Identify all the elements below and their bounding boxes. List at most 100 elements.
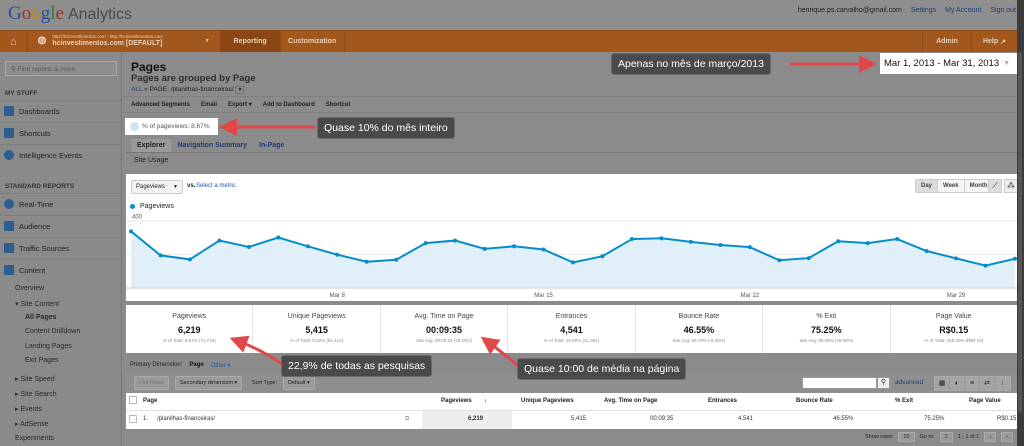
sidebar-item-shortcuts[interactable]: Shortcuts xyxy=(0,122,121,143)
data-point[interactable] xyxy=(541,247,546,252)
my-account-link[interactable]: My Account xyxy=(945,7,981,14)
google-analytics-logo[interactable]: Google Analytics xyxy=(8,3,132,25)
sign-out-link[interactable]: Sign out xyxy=(990,7,1016,14)
data-point[interactable] xyxy=(453,238,458,243)
table-view-icon[interactable]: ▦ xyxy=(935,377,950,390)
motion-chart-icon[interactable]: ⁂ xyxy=(1004,179,1018,193)
col-pageviews[interactable]: Pageviews xyxy=(441,398,472,404)
col-avg-time[interactable]: Avg. Time on Page xyxy=(604,398,657,404)
pie-view-icon[interactable]: ◐ xyxy=(950,377,965,390)
week-button[interactable]: Week xyxy=(938,180,965,192)
next-page-button[interactable]: › xyxy=(1001,432,1013,442)
sidebar-item-intelligence-events[interactable]: Intelligence Events xyxy=(0,144,121,165)
col-bounce-rate[interactable]: Bounce Rate xyxy=(796,398,833,404)
sidebar-item-real-time[interactable]: Real-Time xyxy=(0,193,121,214)
data-point[interactable] xyxy=(836,239,841,244)
scrollbar[interactable] xyxy=(1017,0,1024,446)
data-point[interactable] xyxy=(482,246,487,251)
advanced-segments-button[interactable]: Advanced Segments xyxy=(131,102,190,108)
data-point[interactable] xyxy=(276,235,281,240)
data-point[interactable] xyxy=(777,258,782,263)
sidebar-item-traffic-sources[interactable]: Traffic Sources xyxy=(0,237,121,258)
sidebar-sub-content-drilldown[interactable]: Content Drilldown xyxy=(25,328,80,335)
tab-in-page[interactable]: In-Page xyxy=(253,139,290,152)
metric-unique-pageviews[interactable]: Unique Pageviews 5,415 % of Total: 8.82% (… xyxy=(253,305,381,353)
row-page-link[interactable]: /planilhas-financeiras/ xyxy=(157,416,215,422)
data-point[interactable] xyxy=(394,257,399,262)
plot-rows-button[interactable]: Plot Rows xyxy=(134,376,169,390)
col-page-value[interactable]: Page Value xyxy=(969,398,1001,404)
chevron-down-icon[interactable]: ▼ xyxy=(235,86,245,94)
metric--exit[interactable]: % Exit 75.25% Site Avg: 58.09% (29.55%) xyxy=(763,305,891,353)
subtab-site-usage[interactable]: Site Usage xyxy=(134,157,168,164)
line-chart-icon[interactable]: ⟋ xyxy=(988,179,1002,193)
add-to-dashboard-button[interactable]: Add to Dashboard xyxy=(263,102,315,108)
secondary-dimension-dropdown[interactable]: Secondary dimension ▾ xyxy=(175,376,243,390)
metric-bounce-rate[interactable]: Bounce Rate 46.55% Site Avg: 50.79% (-8.34… xyxy=(636,305,764,353)
data-point[interactable] xyxy=(246,244,251,249)
date-range-picker[interactable]: Mar 1, 2013 - Mar 31, 2013 ▼ xyxy=(880,53,1017,74)
metric-avg-time-on-page[interactable]: Avg. Time on Page 00:09:35 Site Avg: 00:05… xyxy=(381,305,509,353)
select-metric-link[interactable]: Select a metric xyxy=(196,183,236,189)
data-point[interactable] xyxy=(806,256,811,261)
tab-navigation-summary[interactable]: Navigation Summary xyxy=(171,139,253,152)
data-point[interactable] xyxy=(629,237,634,242)
breadcrumb-all[interactable]: ALL xyxy=(131,86,142,93)
row-checkbox[interactable] xyxy=(129,415,137,423)
data-point[interactable] xyxy=(335,252,340,257)
data-point[interactable] xyxy=(571,260,575,265)
prev-page-button[interactable]: ‹ xyxy=(984,432,997,442)
metric-entrances[interactable]: Entrances 4,541 % of Total: 10.90% (41,661… xyxy=(508,305,636,353)
export-button[interactable]: Export ▾ xyxy=(228,101,252,108)
show-rows-select[interactable]: 10 xyxy=(898,432,915,442)
performance-view-icon[interactable]: ≡ xyxy=(965,377,980,390)
sidebar-sub-landing-pages[interactable]: Landing Pages xyxy=(25,343,72,350)
metric-pageviews[interactable]: Pageviews 6,219 % of Total: 8.67% (71,719) xyxy=(126,305,254,353)
col-entrances[interactable]: Entrances xyxy=(708,398,737,404)
sidebar-sub-site-search[interactable]: ▸ Site Search xyxy=(15,390,57,398)
data-point[interactable] xyxy=(747,245,752,250)
sidebar-sub-site-content[interactable]: ▾ Site Content xyxy=(15,300,59,308)
select-all-checkbox[interactable] xyxy=(129,396,137,404)
find-reports-input[interactable]: ⚲ Find reports & more xyxy=(5,61,117,76)
account-selector[interactable]: ◍ http://hcinvestimentos.com - http://hc… xyxy=(28,31,221,52)
email-button[interactable]: Email xyxy=(201,102,217,108)
data-point[interactable] xyxy=(187,257,192,262)
sidebar-sub-all-pages[interactable]: All Pages xyxy=(25,314,57,321)
sidebar-sub-adsense[interactable]: ▸ AdSense xyxy=(15,420,48,428)
sidebar-item-content[interactable]: Content xyxy=(0,259,121,280)
data-point[interactable] xyxy=(865,241,870,246)
tab-reporting[interactable]: Reporting xyxy=(220,31,281,52)
shortcut-button[interactable]: Shortcut xyxy=(326,102,351,108)
sort-type-dropdown[interactable]: Default ▾ xyxy=(283,376,315,390)
sidebar-sub-overview[interactable]: Overview xyxy=(15,285,44,292)
admin-button[interactable]: Admin xyxy=(922,31,972,52)
data-point[interactable] xyxy=(688,239,693,244)
data-point[interactable] xyxy=(983,263,988,268)
sidebar-sub-site-speed[interactable]: ▸ Site Speed xyxy=(15,375,55,383)
day-button[interactable]: Day xyxy=(916,180,939,192)
search-icon[interactable]: ⚲ xyxy=(877,377,890,389)
data-point[interactable] xyxy=(158,253,163,258)
tab-explorer[interactable]: Explorer xyxy=(131,139,172,152)
advanced-filter-link[interactable]: advanced xyxy=(895,379,923,386)
data-point[interactable] xyxy=(364,259,369,264)
col-unique-pageviews[interactable]: Unique Pageviews xyxy=(521,398,574,404)
col-page[interactable]: Page xyxy=(143,398,157,404)
table-search-input[interactable] xyxy=(802,377,877,389)
data-point[interactable] xyxy=(129,229,133,234)
home-button[interactable]: ⌂ xyxy=(0,31,28,52)
comparison-view-icon[interactable]: ⇄ xyxy=(980,377,995,390)
other-dimension-link[interactable]: Other ▾ xyxy=(211,362,231,369)
tab-customization[interactable]: Customization xyxy=(281,31,345,52)
data-point[interactable] xyxy=(954,256,959,261)
help-button[interactable]: Help ↗ xyxy=(972,31,1017,52)
goto-input[interactable]: 1 xyxy=(939,432,953,442)
data-point[interactable] xyxy=(217,238,222,243)
metric-selector[interactable]: Pageviews ▼ xyxy=(131,180,183,194)
open-page-icon[interactable]: ⧉ xyxy=(405,416,409,423)
scrollbar-thumb[interactable] xyxy=(1018,52,1022,412)
sidebar-sub-exit-pages[interactable]: Exit Pages xyxy=(25,357,58,364)
sidebar-item-dashboards[interactable]: Dashboards xyxy=(0,100,121,121)
data-point[interactable] xyxy=(895,237,900,242)
